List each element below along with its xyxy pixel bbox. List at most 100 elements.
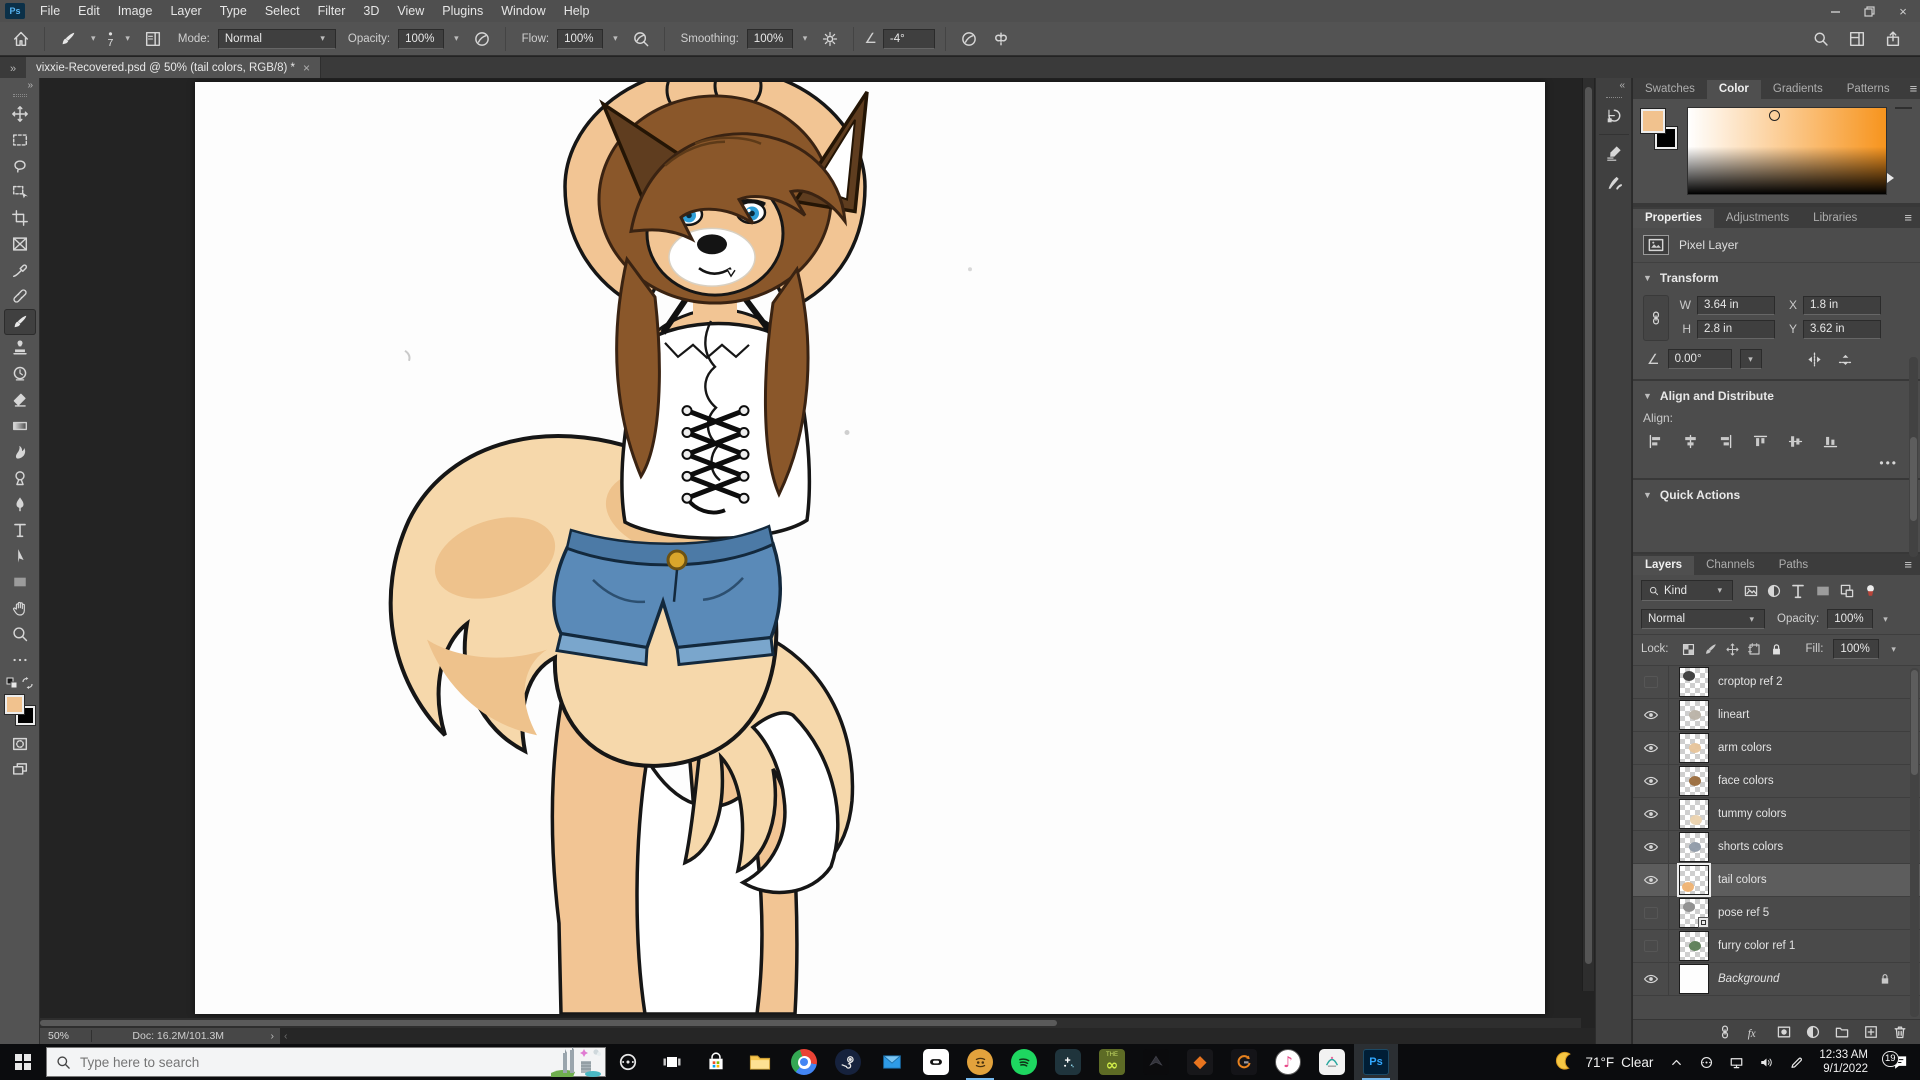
taskbar-app-white-app[interactable] xyxy=(1310,1044,1354,1080)
layer-row[interactable]: tail colors xyxy=(1633,863,1920,897)
layer-name[interactable]: tummy colors xyxy=(1718,808,1892,820)
layer-thumbnail[interactable] xyxy=(1679,733,1709,763)
weather-widget[interactable]: 71°F Clear xyxy=(1544,1050,1663,1074)
align-top-icon[interactable] xyxy=(1752,433,1769,450)
panel-menu-icon[interactable]: ≡ xyxy=(1896,210,1920,228)
restore-button[interactable] xyxy=(1852,0,1886,22)
filter-toggle-icon[interactable] xyxy=(1863,583,1878,598)
menu-image[interactable]: Image xyxy=(109,0,162,22)
taskbar-app-task-view[interactable] xyxy=(650,1044,694,1080)
filter-image-icon[interactable] xyxy=(1743,583,1759,599)
filter-adjustment-icon[interactable] xyxy=(1766,583,1782,599)
chevron-down-icon[interactable]: ▾ xyxy=(450,33,463,44)
rotation-dropdown[interactable]: ▾ xyxy=(1739,349,1762,369)
tool-pen[interactable] xyxy=(4,491,36,517)
taskbar-app-diamond-orange[interactable]: ◆ xyxy=(1178,1044,1222,1080)
zoom-level-field[interactable]: 50% xyxy=(40,1030,92,1042)
mask-icon[interactable] xyxy=(1776,1024,1792,1040)
tool-history-brush[interactable] xyxy=(4,361,36,387)
tab-swatches[interactable]: Swatches xyxy=(1633,80,1707,99)
taskbar-app-gameloop[interactable] xyxy=(1222,1044,1266,1080)
canvas[interactable] xyxy=(195,82,1545,1014)
layer-visibility-toggle[interactable] xyxy=(1633,897,1669,929)
taskbar-app-store[interactable] xyxy=(694,1044,738,1080)
filter-type-icon[interactable] xyxy=(1789,582,1807,600)
taskbar-app-explorer[interactable] xyxy=(738,1044,782,1080)
layer-row[interactable]: furry color ref 1 xyxy=(1633,930,1920,963)
taskbar-app-photoshop[interactable]: Ps xyxy=(1354,1044,1398,1080)
vertical-scrollbar[interactable] xyxy=(1582,78,1594,991)
layer-visibility-toggle[interactable] xyxy=(1633,732,1669,764)
status-circle-icon[interactable] xyxy=(1693,1044,1719,1080)
taskbar-app-steam[interactable] xyxy=(826,1044,870,1080)
pressure-opacity-icon[interactable] xyxy=(469,26,495,52)
tool-move[interactable] xyxy=(4,101,36,127)
tab-patterns[interactable]: Patterns xyxy=(1835,80,1902,99)
pen-icon[interactable] xyxy=(1783,1044,1809,1080)
tool-lasso[interactable] xyxy=(4,153,36,179)
layer-name[interactable]: tail colors xyxy=(1718,874,1892,886)
foreground-color-swatch[interactable] xyxy=(3,694,25,715)
lock-position-icon[interactable] xyxy=(1725,642,1740,657)
hue-slider-pointer[interactable] xyxy=(1887,173,1894,183)
menu-window[interactable]: Window xyxy=(492,0,554,22)
align-left-icon[interactable] xyxy=(1647,433,1664,450)
layer-name[interactable]: pose ref 5 xyxy=(1718,907,1892,919)
layer-thumbnail[interactable] xyxy=(1677,863,1711,897)
default-colors-icon[interactable] xyxy=(6,677,34,689)
tool-eyedropper[interactable] xyxy=(4,257,36,283)
brush-size-picker[interactable]: • 7 xyxy=(106,28,116,48)
menu-filter[interactable]: Filter xyxy=(309,0,355,22)
document-viewport[interactable] xyxy=(40,78,1595,1018)
align-right-icon[interactable] xyxy=(1717,433,1734,450)
taskbar-app-spotify[interactable] xyxy=(1002,1044,1046,1080)
dock-expand-icon[interactable]: « xyxy=(1619,78,1631,93)
quick-mask-button[interactable] xyxy=(4,731,36,757)
layers-scrollbar[interactable] xyxy=(1910,668,1919,1017)
tab-overflow-icon[interactable]: » xyxy=(0,63,26,78)
taskbar-app-oculus[interactable] xyxy=(914,1044,958,1080)
layer-visibility-toggle[interactable] xyxy=(1633,930,1669,962)
saturation-brightness-field[interactable] xyxy=(1687,107,1887,195)
properties-scrollbar[interactable] xyxy=(1909,357,1918,557)
layer-visibility-toggle[interactable] xyxy=(1633,666,1669,698)
rotation-field[interactable]: 0.00° xyxy=(1667,349,1732,369)
layer-row[interactable]: tummy colors xyxy=(1633,798,1920,831)
align-center-h-icon[interactable] xyxy=(1682,433,1699,450)
share-icon[interactable] xyxy=(1880,26,1906,52)
opacity-field[interactable]: 100% xyxy=(398,28,445,49)
tab-channels[interactable]: Channels xyxy=(1694,556,1767,575)
layer-name[interactable]: face colors xyxy=(1718,775,1892,787)
menu-plugins[interactable]: Plugins xyxy=(433,0,492,22)
layer-thumbnail[interactable] xyxy=(1679,766,1709,796)
flow-field[interactable]: 100% xyxy=(557,28,604,49)
new-layer-icon[interactable] xyxy=(1863,1024,1879,1040)
chevron-up-icon[interactable] xyxy=(1663,1044,1689,1080)
taskbar-app-cortana[interactable] xyxy=(606,1044,650,1080)
tab-adjustments[interactable]: Adjustments xyxy=(1714,209,1801,228)
layer-blend-mode-select[interactable]: Normal ▾ xyxy=(1641,609,1765,629)
tool-smudge[interactable] xyxy=(4,439,36,465)
horizontal-scrollbar[interactable] xyxy=(40,1018,1581,1028)
quick-actions-header[interactable]: ▼ Quick Actions xyxy=(1633,480,1920,508)
flip-horizontal-icon[interactable] xyxy=(1806,351,1823,368)
taskbar-app-itunes[interactable]: ♪ xyxy=(1266,1044,1310,1080)
tool-path-selection[interactable] xyxy=(4,543,36,569)
tool-gradient[interactable] xyxy=(4,413,36,439)
align-bottom-icon[interactable] xyxy=(1822,433,1839,450)
tool-object-selection[interactable] xyxy=(4,179,36,205)
folder-icon[interactable] xyxy=(1834,1024,1850,1040)
layer-row[interactable]: shorts colors xyxy=(1633,831,1920,864)
tool-brush[interactable] xyxy=(3,309,36,335)
tab-libraries[interactable]: Libraries xyxy=(1801,209,1869,228)
lock-all-icon[interactable] xyxy=(1769,642,1784,657)
y-field[interactable]: 3.62 in xyxy=(1803,319,1881,339)
toolbar-expand-icon[interactable]: » xyxy=(27,80,39,91)
tool-type[interactable] xyxy=(4,517,36,543)
tool-eraser[interactable] xyxy=(4,387,36,413)
layer-name[interactable]: lineart xyxy=(1718,709,1892,721)
tool-healing-brush[interactable] xyxy=(4,283,36,309)
menu-file[interactable]: File xyxy=(31,0,69,22)
panel-menu-icon[interactable]: ≡ xyxy=(1902,81,1920,99)
panel-menu-icon[interactable]: ≡ xyxy=(1896,557,1920,575)
